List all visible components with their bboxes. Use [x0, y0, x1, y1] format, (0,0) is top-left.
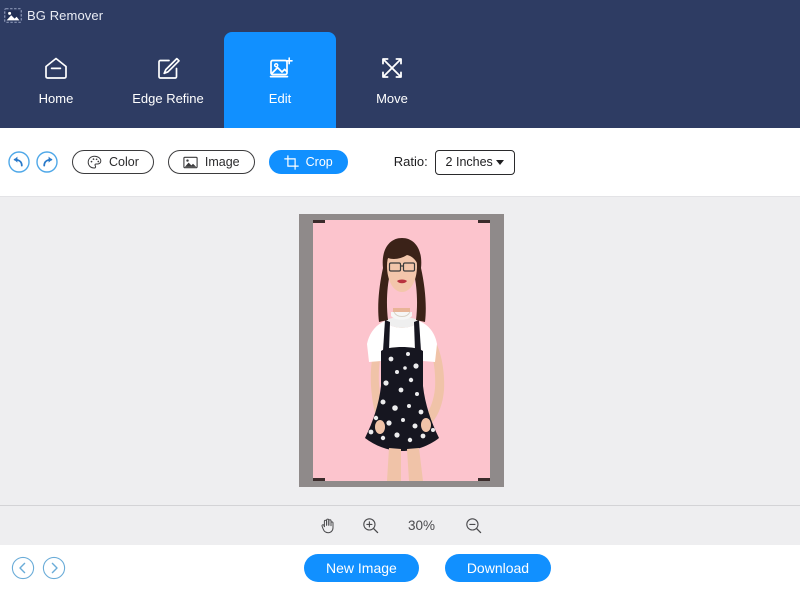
main-tabs: Home Edge Refine Edit Move — [0, 32, 448, 128]
ratio-select[interactable]: 2 Inches — [434, 149, 515, 175]
tab-edge-refine-label: Edge Refine — [132, 91, 204, 106]
tab-home[interactable]: Home — [0, 32, 112, 128]
ratio-select-value: 2 Inches — [445, 154, 493, 169]
chevron-left-circle-icon[interactable] — [11, 556, 35, 580]
ratio-group: Ratio: 2 Inches — [393, 149, 515, 175]
crop-handle-bottom-left[interactable] — [313, 462, 325, 481]
pen-square-icon — [154, 54, 182, 82]
tab-move[interactable]: Move — [336, 32, 448, 128]
photo-preview[interactable] — [313, 220, 490, 481]
chevron-right-circle-icon[interactable] — [42, 556, 66, 580]
image-edit-icon — [266, 54, 294, 82]
footer-actions: New Image Download — [304, 554, 552, 582]
redo-arrow-icon[interactable] — [36, 151, 58, 173]
hand-icon[interactable] — [319, 517, 336, 534]
ratio-label: Ratio: — [393, 154, 428, 169]
app-title: BG Remover — [27, 7, 104, 23]
edit-toolbar: Color Image Crop Ratio: 2 Inches — [0, 128, 800, 197]
photo-frame[interactable] — [299, 214, 504, 487]
zoom-toolbar: 30% — [0, 505, 800, 545]
app-brand: BG Remover — [4, 4, 103, 26]
move-arrows-icon — [378, 54, 406, 82]
app-header: BG Remover Home Edge Refine Edit Move — [0, 0, 800, 128]
crop-icon — [283, 154, 299, 170]
image-canvas[interactable] — [0, 197, 800, 505]
download-button[interactable]: Download — [444, 554, 552, 582]
picture-icon — [183, 155, 198, 170]
palette-icon — [87, 155, 102, 170]
crop-button-label: Crop — [305, 154, 333, 169]
tab-edge-refine[interactable]: Edge Refine — [112, 32, 224, 128]
bg-remover-app: BG Remover Home Edge Refine Edit Move Co… — [0, 0, 800, 591]
image-button-label: Image — [204, 154, 240, 169]
tab-edit[interactable]: Edit — [224, 32, 336, 128]
zoom-in-icon[interactable] — [362, 517, 379, 534]
image-nav-arrows — [11, 556, 66, 580]
image-button[interactable]: Image — [167, 150, 255, 174]
undo-arrow-icon[interactable] — [8, 151, 30, 173]
photo-icon — [4, 7, 22, 23]
crop-handle-top-right[interactable] — [478, 220, 490, 239]
new-image-button[interactable]: New Image — [304, 554, 419, 582]
home-icon — [42, 54, 70, 82]
tab-move-label: Move — [376, 91, 408, 106]
tab-edit-label: Edit — [268, 91, 292, 106]
color-button[interactable]: Color — [72, 150, 154, 174]
tab-home-label: Home — [38, 91, 74, 106]
crop-button[interactable]: Crop — [268, 150, 348, 174]
zoom-level-value: 30% — [407, 517, 436, 533]
subject-photo — [365, 238, 445, 481]
crop-handle-bottom-right[interactable] — [478, 462, 490, 481]
undo-redo-group — [8, 151, 58, 173]
color-button-label: Color — [109, 154, 139, 169]
zoom-out-icon[interactable] — [465, 517, 482, 534]
chevron-down-icon — [495, 159, 504, 165]
crop-handle-top-left[interactable] — [313, 220, 325, 239]
